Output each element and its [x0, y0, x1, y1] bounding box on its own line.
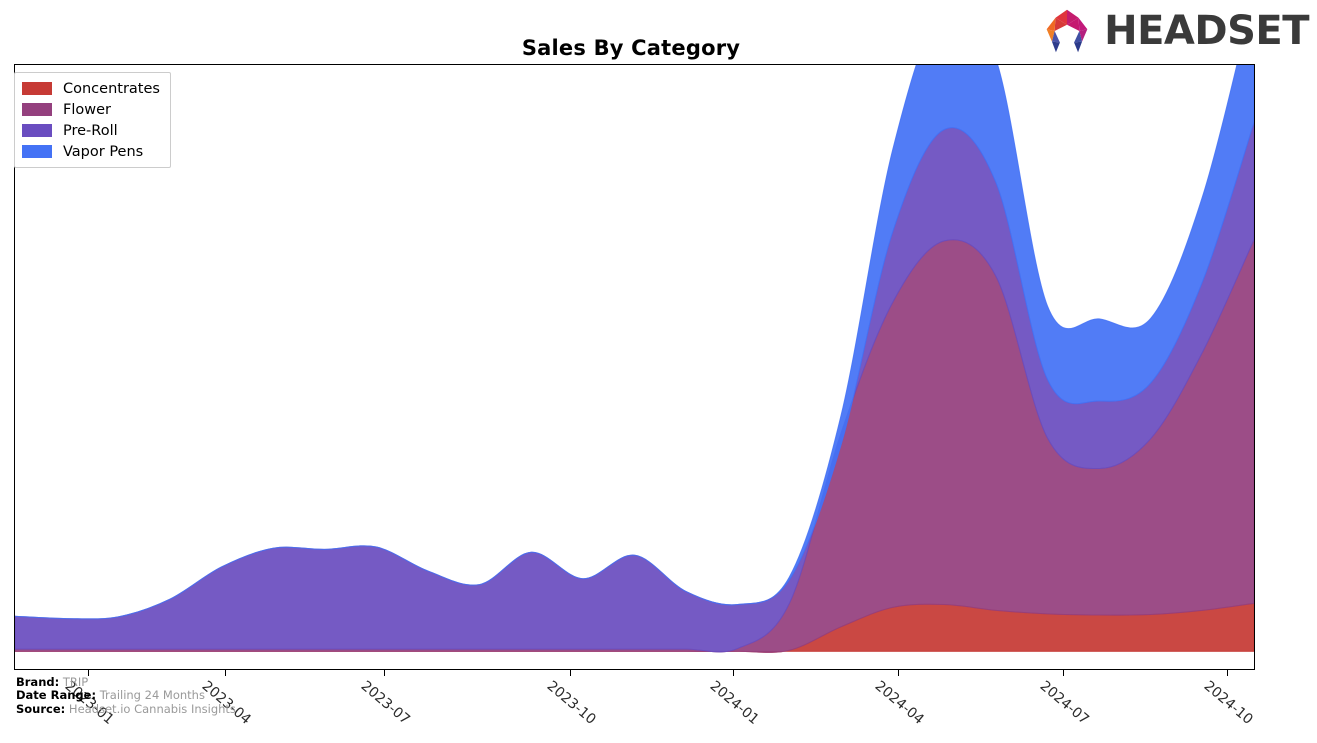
x-tick-label: 2023-10 [543, 678, 599, 728]
x-tick-label: 2024-04 [871, 678, 927, 728]
legend-item-flower[interactable]: Flower [22, 99, 160, 120]
legend-swatch-flower [22, 103, 52, 116]
plot-area [14, 64, 1255, 670]
legend-item-pre-roll[interactable]: Pre-Roll [22, 120, 160, 141]
legend-item-vapor-pens[interactable]: Vapor Pens [22, 141, 160, 162]
x-tick-mark [384, 670, 385, 676]
headset-logo: HEADSET [1040, 8, 1309, 54]
legend-label-pre-roll: Pre-Roll [63, 122, 118, 139]
footnote-date-range: Date Range: Trailing 24 Months [16, 689, 236, 702]
legend-swatch-pre-roll [22, 124, 52, 137]
x-tick-mark [570, 670, 571, 676]
footnote-brand-value: TRIP [62, 675, 89, 689]
x-tick-mark [1227, 670, 1228, 676]
x-tick-label: 2024-01 [706, 678, 762, 728]
chart-footnote: Brand: TRIP Date Range: Trailing 24 Mont… [16, 675, 236, 716]
series-layer [15, 65, 1254, 653]
x-tick-mark [1063, 670, 1064, 676]
footnote-source-value: Headset.io Cannabis Insights [68, 701, 236, 716]
footnote-date-range-key: Date Range: [16, 688, 97, 703]
x-tick-mark [898, 670, 899, 676]
logo-wordmark: HEADSET [1104, 8, 1309, 54]
footnote-source-key: Source: [16, 701, 66, 716]
stacked-area-chart [15, 65, 1254, 653]
legend-item-concentrates[interactable]: Concentrates [22, 78, 160, 99]
footnote-source: Source: Headset.io Cannabis Insights [16, 701, 236, 716]
legend-label-concentrates: Concentrates [63, 80, 160, 97]
x-tick-label: 2023-07 [357, 678, 413, 728]
headset-arch-logo-icon [1046, 9, 1088, 53]
footnote-brand-key: Brand: [16, 675, 60, 689]
x-tick-label: 2024-10 [1200, 678, 1256, 728]
chart-legend: Concentrates Flower Pre-Roll Vapor Pens [14, 72, 171, 168]
legend-swatch-vapor-pens [22, 145, 52, 158]
x-tick-mark [733, 670, 734, 676]
legend-swatch-concentrates [22, 82, 52, 95]
legend-label-flower: Flower [63, 101, 111, 118]
x-tick-label: 2024-07 [1036, 678, 1092, 728]
legend-label-vapor-pens: Vapor Pens [63, 143, 144, 160]
footnote-date-range-value: Trailing 24 Months [99, 688, 205, 703]
chart-page: Sales By Category HEADSET Concentrates F… [0, 0, 1317, 743]
footnote-brand: Brand: TRIP [16, 675, 236, 689]
